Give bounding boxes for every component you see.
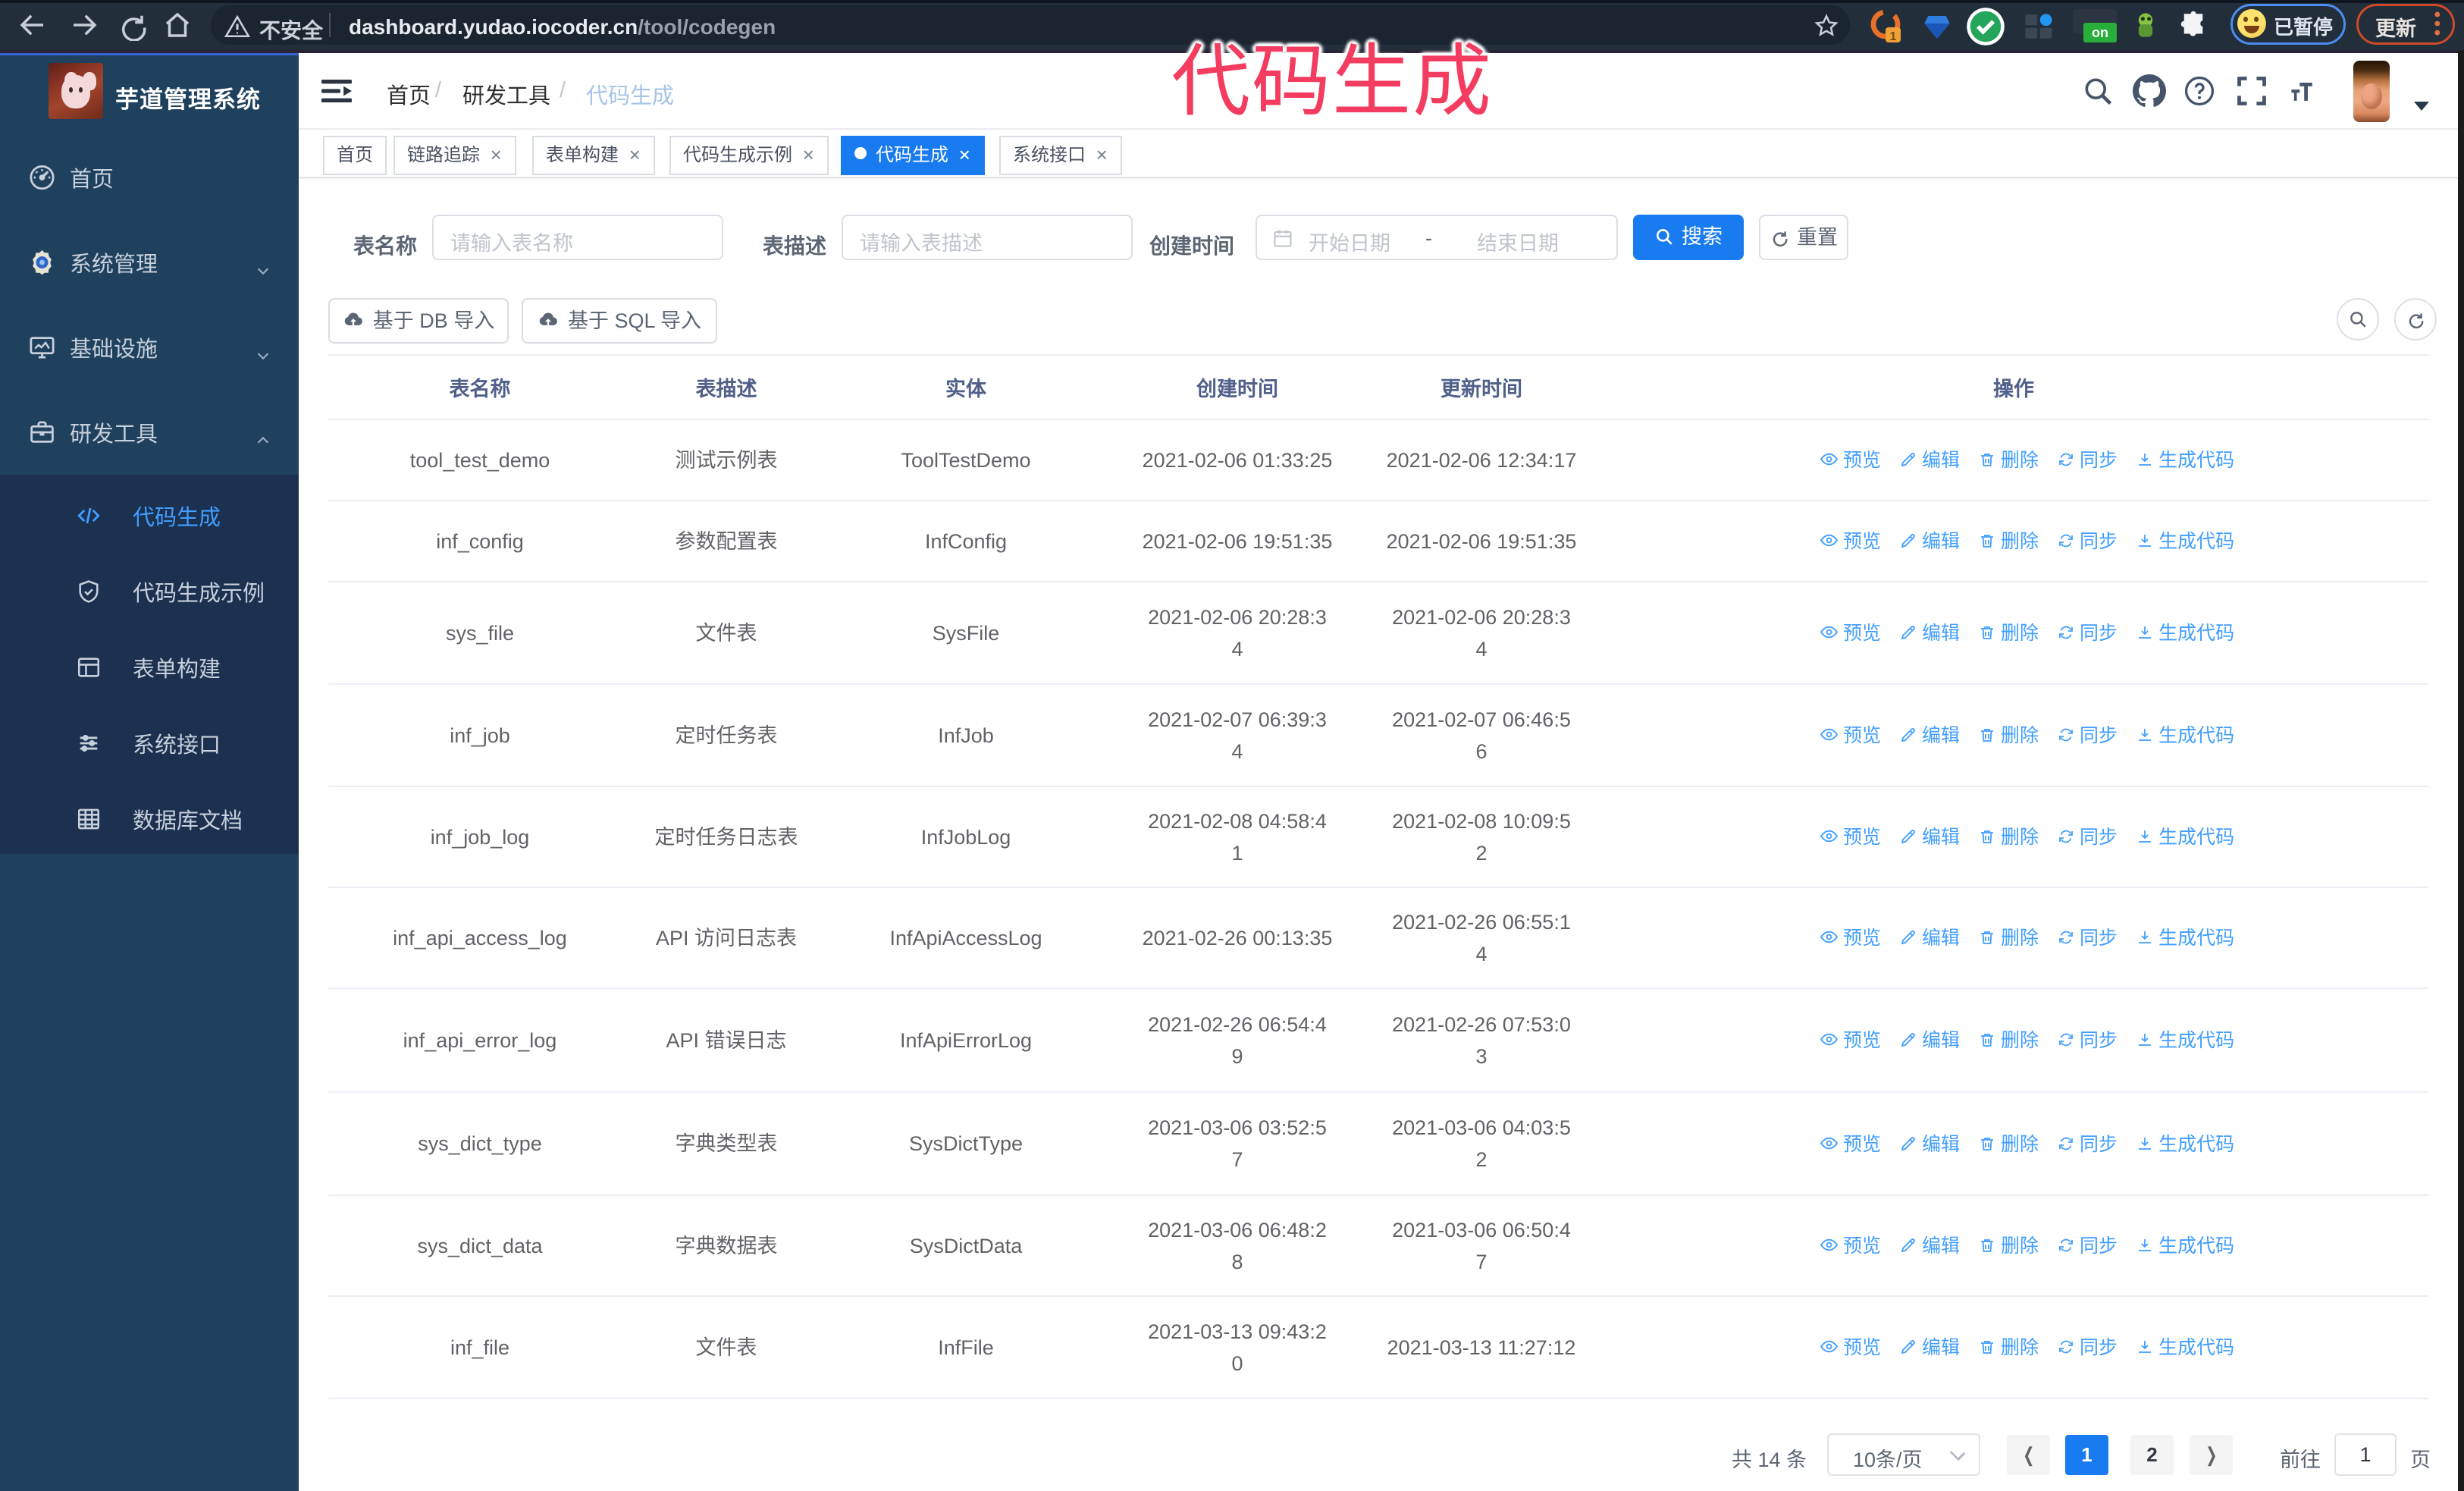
svg-text:1: 1 [1890,30,1897,43]
